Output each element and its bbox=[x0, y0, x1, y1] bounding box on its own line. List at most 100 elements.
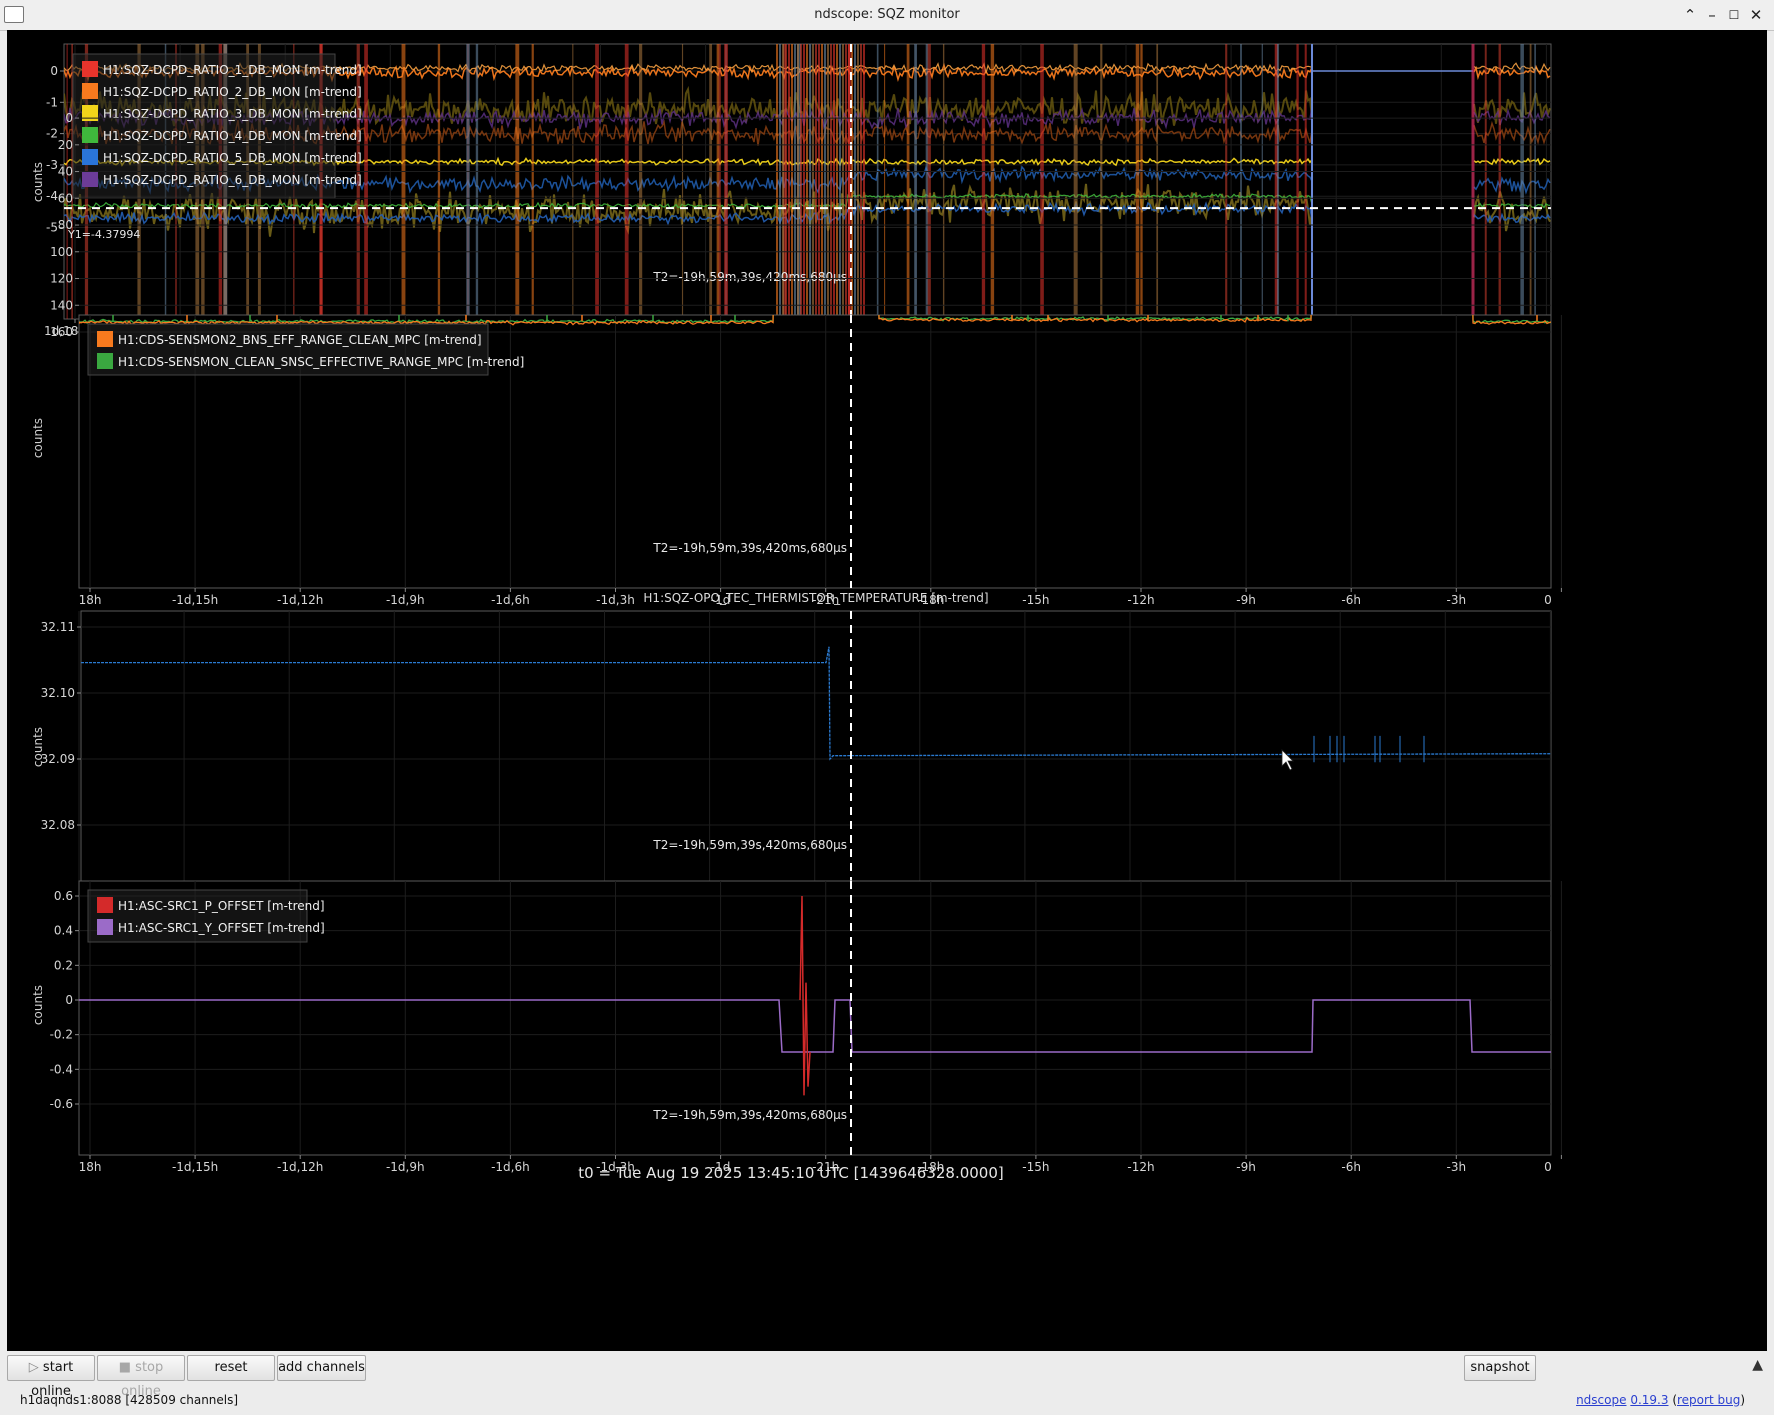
y-tick-label: 20 bbox=[58, 138, 73, 152]
server-status: h1daqnds1:8088 [428509 channels] bbox=[20, 1393, 239, 1407]
legend-entry: H1:SQZ-DCPD_RATIO_6_DB_MON [m-trend] bbox=[103, 173, 362, 187]
report-bug-link[interactable]: report bug bbox=[1677, 1393, 1740, 1407]
y-tick-label: 32.10 bbox=[41, 686, 75, 700]
y-tick-label: -0.2 bbox=[50, 1028, 73, 1042]
plot-dcpd-ratio[interactable]: 0-1-2-3-4-5 1d,18h-1d,15h-1d,12h-1d,9h-1… bbox=[31, 43, 1552, 338]
y-axis-label: counts bbox=[31, 162, 45, 202]
legend-swatch bbox=[97, 353, 113, 369]
y-axis-label: counts bbox=[31, 418, 45, 458]
x-tick-label: -1d,6h bbox=[491, 593, 530, 607]
start-online-button[interactable]: ▷ start online bbox=[7, 1355, 95, 1399]
legend-entry: H1:ASC-SRC1_P_OFFSET [m-trend] bbox=[118, 899, 325, 913]
legend-entry: H1:ASC-SRC1_Y_OFFSET [m-trend] bbox=[118, 921, 325, 935]
legend-swatch bbox=[97, 919, 113, 935]
legend-swatch bbox=[97, 331, 113, 347]
y-tick-label: -3 bbox=[46, 158, 58, 172]
legend-swatch bbox=[82, 105, 98, 121]
y-tick-label: -0.4 bbox=[50, 1062, 73, 1076]
close-icon[interactable]: ✕ bbox=[1746, 4, 1766, 26]
legend-swatch bbox=[82, 171, 98, 187]
y-tick-label: -0.6 bbox=[50, 1097, 73, 1111]
legend-entry: H1:SQZ-DCPD_RATIO_4_DB_MON [m-trend] bbox=[103, 129, 362, 143]
x-tick-label: -1d,3h bbox=[596, 593, 635, 607]
stop-online-button[interactable]: ■ stop online bbox=[97, 1355, 185, 1399]
x-tick-label: 18h bbox=[79, 593, 102, 607]
y-tick-label: 0 bbox=[65, 993, 73, 1007]
x-tick-label: -1d,15h bbox=[172, 593, 218, 607]
minimize-icon[interactable]: – bbox=[1702, 4, 1722, 26]
y-tick-label: 32.08 bbox=[41, 818, 75, 832]
legend-swatch bbox=[82, 127, 98, 143]
window-titlebar: ndscope: SQZ monitor ⌃ – ☐ ✕ bbox=[0, 0, 1774, 31]
y-tick-label: 0.2 bbox=[54, 958, 73, 972]
plots-canvas[interactable]: 0-1-2-3-4-5 1d,18h-1d,15h-1d,12h-1d,9h-1… bbox=[7, 30, 1767, 1351]
x-tick-label: -1d,12h bbox=[277, 593, 323, 607]
legend-entry: H1:SQZ-DCPD_RATIO_2_DB_MON [m-trend] bbox=[103, 85, 362, 99]
legend-entry: H1:SQZ-DCPD_RATIO_1_DB_MON [m-trend] bbox=[103, 63, 362, 77]
plot-opo-temperature[interactable]: H1:SQZ-OPO_TEC_THERMISTOR_TEMPERATURE [m… bbox=[31, 591, 1552, 903]
x-tick-label: -9h bbox=[1236, 593, 1256, 607]
control-bar: ▷ start online ■ stop online reset add c… bbox=[7, 1351, 1767, 1415]
y-tick-label: -4 bbox=[46, 189, 58, 203]
x-tick-label: -3h bbox=[1447, 593, 1467, 607]
x-tick-label: -12h bbox=[1127, 1160, 1154, 1174]
x-tick-label: 0 bbox=[1544, 1160, 1552, 1174]
x-tick-label: -1d,9h bbox=[386, 593, 425, 607]
legend-entry: H1:CDS-SENSMON_CLEAN_SNSC_EFFECTIVE_RANG… bbox=[118, 355, 524, 369]
plot-area[interactable]: 0-1-2-3-4-5 1d,18h-1d,15h-1d,12h-1d,9h-1… bbox=[7, 30, 1767, 1351]
y-tick-label: 32.11 bbox=[41, 620, 75, 634]
snapshot-button[interactable]: snapshot bbox=[1464, 1355, 1536, 1381]
y-tick-label: -5 bbox=[46, 221, 58, 235]
add-channels-button[interactable]: add channels bbox=[277, 1355, 366, 1381]
x-tick-label: -12h bbox=[1127, 593, 1154, 607]
x-tick-label: -15h bbox=[1022, 593, 1049, 607]
x-tick-label: 0 bbox=[1544, 593, 1552, 607]
y-tick-label: 0 bbox=[65, 111, 73, 125]
reset-button[interactable]: reset bbox=[187, 1355, 275, 1381]
x-tick-label: -1d,12h bbox=[277, 1160, 323, 1174]
y-tick-label: 0.4 bbox=[54, 924, 73, 938]
stop-icon: ■ bbox=[118, 1360, 132, 1375]
x-tick-label: -1d,15h bbox=[172, 1160, 218, 1174]
y-tick-label: 0.6 bbox=[54, 889, 73, 903]
window-title: ndscope: SQZ monitor bbox=[814, 7, 960, 22]
y-tick-label: 120 bbox=[50, 272, 73, 286]
y-tick-label: -2 bbox=[46, 127, 58, 141]
play-icon: ▷ bbox=[28, 1360, 39, 1375]
y-tick-label: 160 bbox=[50, 325, 73, 339]
plot-src1-offset[interactable]: 0.6 0.4 0.2 0 -0.2 -0.4 -0.6 18h -1d,15h -1d,12h… bbox=[31, 880, 1562, 1174]
y-tick-label: 100 bbox=[50, 245, 73, 259]
legend-entry: H1:SQZ-DCPD_RATIO_3_DB_MON [m-trend] bbox=[103, 107, 362, 121]
legend-swatch bbox=[82, 61, 98, 77]
y-tick-label: 80 bbox=[58, 218, 73, 232]
version-info: ndscope 0.19.3 (report bug) bbox=[1576, 1393, 1745, 1407]
maximize-icon[interactable]: ☐ bbox=[1724, 4, 1744, 26]
legend-swatch bbox=[82, 149, 98, 165]
t-cursor-label: T2=-19h,59m,39s,420ms,680µs bbox=[652, 270, 847, 284]
y-tick-label: 32.09 bbox=[41, 752, 75, 766]
x-tick-label: 18h bbox=[79, 1160, 102, 1174]
legend-swatch bbox=[82, 83, 98, 99]
y-tick-label: 0 bbox=[50, 64, 58, 78]
legend-swatch bbox=[97, 897, 113, 913]
x-tick-label: -15h bbox=[1022, 1160, 1049, 1174]
x-tick-label: -6h bbox=[1341, 593, 1361, 607]
x-tick-label: -9h bbox=[1236, 1160, 1256, 1174]
y-tick-label: 140 bbox=[50, 298, 73, 312]
y-axis-label: counts bbox=[31, 985, 45, 1025]
t0-label: t0 = Tue Aug 19 2025 13:45:10 UTC [14396… bbox=[578, 1164, 1004, 1182]
y-tick-label: -1 bbox=[46, 95, 58, 109]
y-cursor-label: Y1=-4.37994 bbox=[67, 228, 140, 241]
t-cursor-label: T2=-19h,59m,39s,420ms,680µs bbox=[652, 541, 847, 555]
t-cursor-label: T2=-19h,59m,39s,420ms,680µs bbox=[652, 838, 847, 852]
version-link[interactable]: 0.19.3 bbox=[1630, 1393, 1668, 1407]
y-tick-label: 40 bbox=[58, 165, 73, 179]
x-tick-label: -3h bbox=[1447, 1160, 1467, 1174]
expand-up-icon[interactable]: ▲ bbox=[1752, 1357, 1763, 1373]
x-tick-label: -6h bbox=[1341, 1160, 1361, 1174]
shade-icon[interactable]: ⌃ bbox=[1680, 4, 1700, 26]
y-tick-label: 60 bbox=[58, 191, 73, 205]
ndscope-link[interactable]: ndscope bbox=[1576, 1393, 1626, 1407]
plot-title: H1:SQZ-OPO_TEC_THERMISTOR_TEMPERATURE [m… bbox=[643, 591, 988, 605]
t-cursor-label: T2=-19h,59m,39s,420ms,680µs bbox=[652, 1108, 847, 1122]
